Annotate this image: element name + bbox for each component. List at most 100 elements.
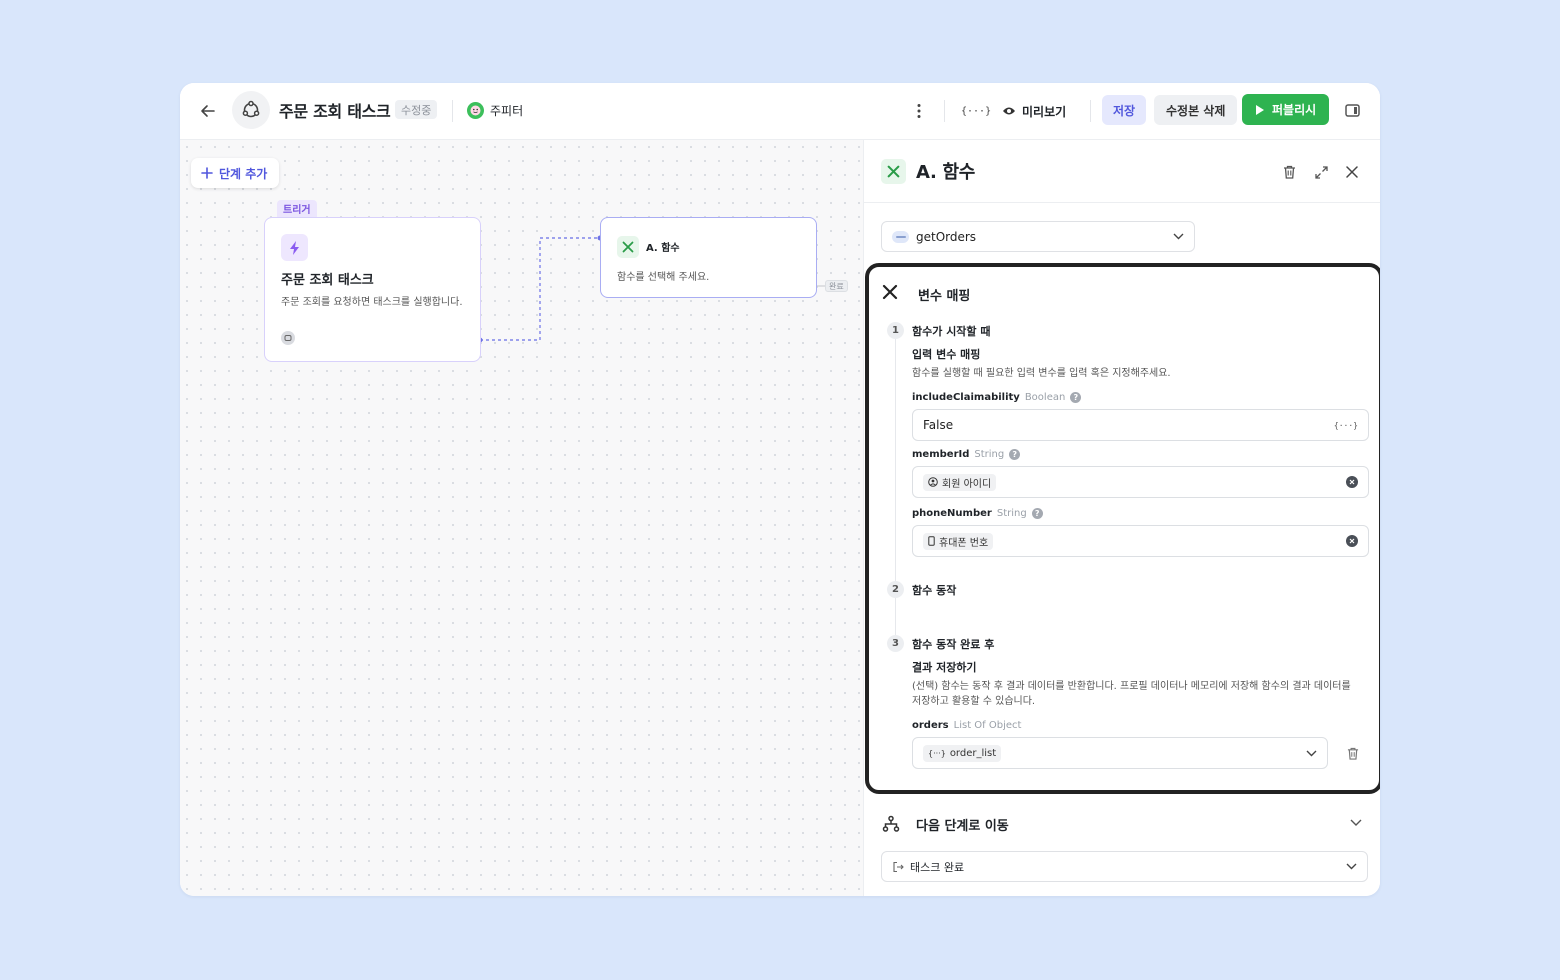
variable-insert-button[interactable]: {···}	[1334, 421, 1358, 430]
step-title: 함수가 시작할 때	[912, 325, 991, 338]
panel-header: A. 함수	[864, 140, 1380, 203]
trigger-title: 주문 조회 태스크	[281, 273, 374, 288]
workflow-canvas[interactable]: 단계 추가 트리거 주문 조회 태스크 주문 조회를 요청하면 태스크를 실행합…	[180, 140, 863, 896]
trash-icon	[1347, 747, 1359, 760]
function-logo-icon	[892, 230, 909, 243]
function-node[interactable]: A. 함수 함수를 선택해 주세요.	[600, 217, 817, 298]
cycle-icon	[242, 100, 260, 118]
clear-button[interactable]	[1346, 535, 1358, 547]
chip-label: 회원 아이디	[942, 478, 992, 490]
clear-button[interactable]	[1346, 476, 1358, 488]
function-panel: A. 함수 getOrders 변수 매핑 1 함수가 시작할 때 입력 변수 …	[863, 140, 1380, 896]
variable-chip: 회원 아이디	[923, 473, 997, 491]
trash-icon	[1283, 165, 1295, 179]
page-title: 주문 조회 태스크	[279, 102, 391, 121]
phone-number-field[interactable]: 휴대폰 번호	[912, 525, 1369, 557]
input-mapping-description: 함수를 실행할 때 필요한 입력 변수를 입력 혹은 지정해주세요.	[912, 368, 1171, 379]
chevron-down-icon	[1350, 819, 1362, 826]
function-select[interactable]: getOrders	[881, 221, 1195, 252]
help-icon[interactable]: ?	[1031, 508, 1043, 519]
tools-icon	[881, 159, 906, 184]
next-step-title: 다음 단계로 이동	[916, 819, 1009, 834]
step-timeline	[895, 329, 896, 649]
save-result-description: (선택) 함수는 동작 후 결과 데이터를 반환합니다. 프로필 데이터나 메모…	[912, 681, 1351, 707]
chat-icon	[281, 331, 295, 345]
delete-output-button[interactable]	[1344, 744, 1362, 762]
smiley-icon	[470, 105, 481, 116]
add-step-button[interactable]: 단계 추가	[191, 158, 280, 188]
chevron-down-icon	[1173, 233, 1184, 240]
chip-label: order_list	[949, 747, 997, 759]
delete-step-button[interactable]	[1279, 162, 1299, 182]
app-window: 주문 조회 태스크 수정중 주피터 {···} 미리보기 저장 수정본 삭제 퍼…	[180, 83, 1380, 896]
member-id-field[interactable]: 회원 아이디	[912, 466, 1369, 498]
divider	[1090, 100, 1091, 122]
collapse-button[interactable]	[1350, 819, 1362, 827]
back-button[interactable]	[196, 99, 220, 123]
step-number: 3	[887, 635, 904, 652]
delete-revision-button[interactable]: 수정본 삭제	[1154, 95, 1238, 125]
variables-button[interactable]: {···}	[961, 99, 991, 123]
next-step-section: 다음 단계로 이동 태스크 완료	[864, 802, 1380, 896]
help-icon[interactable]: ?	[1070, 392, 1082, 403]
panel-title: A. 함수	[916, 162, 975, 183]
mapping-title: 변수 매핑	[918, 289, 971, 304]
close-icon	[1346, 166, 1358, 178]
chip-label: 휴대폰 번호	[939, 537, 989, 549]
phone-icon	[928, 536, 935, 546]
lightning-icon	[281, 234, 308, 261]
more-options-button[interactable]	[912, 99, 926, 123]
divider	[452, 100, 453, 122]
trigger-description: 주문 조회를 요청하면 태스크를 실행합니다.	[281, 297, 463, 308]
preview-button[interactable]: 미리보기	[1002, 99, 1066, 123]
function-node-title: A. 함수	[646, 243, 680, 254]
plus-icon	[201, 167, 213, 179]
branch-icon	[882, 815, 900, 833]
field-name: memberId	[912, 449, 970, 460]
close-button[interactable]	[1342, 162, 1362, 182]
panel-toggle-button[interactable]	[1343, 100, 1361, 120]
include-claimability-field[interactable]: False {···}	[912, 409, 1369, 441]
user-circle-icon	[928, 477, 938, 487]
field-name: includeClaimability	[912, 392, 1020, 403]
tools-icon	[617, 236, 639, 258]
close-icon	[1349, 538, 1355, 544]
field-type: String	[996, 508, 1027, 519]
orders-output-select[interactable]: {···} order_list	[912, 737, 1328, 769]
divider	[944, 100, 945, 122]
user-name: 주피터	[490, 104, 524, 118]
trigger-node[interactable]: 주문 조회 태스크 주문 조회를 요청하면 태스크를 실행합니다.	[264, 217, 481, 362]
publish-button[interactable]: 퍼블리시	[1242, 94, 1330, 125]
step-title: 함수 동작 완료 후	[912, 638, 995, 651]
step-title: 함수 동작	[912, 584, 957, 597]
variable-prefix: {···}	[928, 748, 946, 758]
exit-icon	[893, 861, 904, 872]
function-node-description: 함수를 선택해 주세요.	[617, 272, 710, 283]
done-tag: 완료	[825, 280, 848, 292]
task-logo	[232, 91, 270, 129]
field-name: phoneNumber	[912, 508, 992, 519]
variable-mapping-section: 변수 매핑 1 함수가 시작할 때 입력 변수 매핑 함수를 실행할 때 필요한…	[865, 263, 1380, 794]
expand-icon	[1314, 165, 1328, 179]
next-step-value: 태스크 완료	[910, 860, 965, 874]
next-step-select[interactable]: 태스크 완료	[881, 851, 1368, 882]
tools-icon	[882, 284, 898, 300]
status-badge: 수정중	[395, 100, 438, 119]
save-result-title: 결과 저장하기	[912, 661, 977, 674]
user-avatar	[467, 102, 484, 119]
field-label: phoneNumber String ?	[912, 508, 1043, 519]
chevron-down-icon	[1346, 863, 1357, 870]
add-step-label: 단계 추가	[219, 166, 268, 181]
help-icon[interactable]: ?	[1009, 449, 1021, 460]
function-select-value: getOrders	[916, 229, 977, 244]
field-label: includeClaimability Boolean ?	[912, 392, 1082, 403]
field-value: False	[923, 418, 954, 432]
trigger-tag: 트리거	[277, 200, 317, 217]
field-name: orders	[912, 720, 949, 731]
field-type: String	[974, 449, 1005, 460]
variable-chip: 휴대폰 번호	[923, 532, 994, 550]
save-button[interactable]: 저장	[1102, 95, 1147, 125]
expand-button[interactable]	[1311, 162, 1331, 182]
eye-icon	[1003, 107, 1015, 115]
input-mapping-title: 입력 변수 매핑	[912, 348, 981, 361]
